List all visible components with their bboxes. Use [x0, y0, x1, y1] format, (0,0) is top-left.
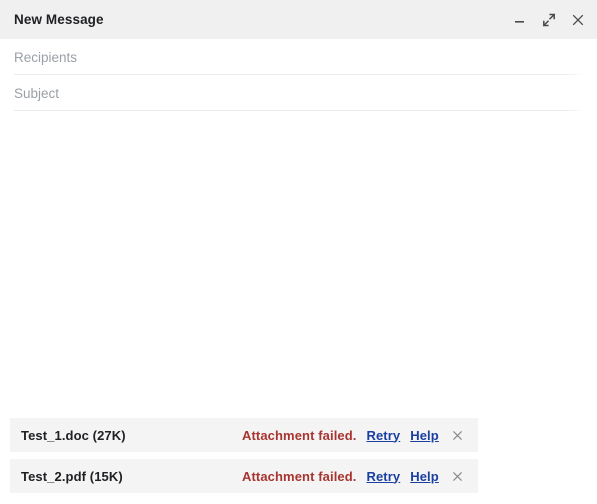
attachment-filename: Test_1.doc (27K): [21, 427, 126, 443]
window-controls: [510, 0, 587, 39]
minimize-icon: [513, 13, 526, 26]
attachment-retry-link[interactable]: Retry: [366, 469, 400, 484]
attachment-list: Test_1.doc (27K) Attachment failed. Retr…: [0, 418, 597, 504]
attachment-row[interactable]: Test_2.pdf (15K) Attachment failed. Retr…: [10, 459, 478, 493]
recipients-row[interactable]: [0, 39, 597, 75]
attachment-remove-button[interactable]: [451, 428, 465, 442]
compose-header[interactable]: New Message: [0, 0, 597, 39]
attachment-filename: Test_2.pdf (15K): [21, 468, 123, 484]
close-icon: [453, 471, 463, 481]
attachment-status-group: Attachment failed. Retry Help: [242, 428, 465, 443]
compose-window: New Message Recipients Subject Test_1.do…: [0, 0, 597, 504]
subject-row[interactable]: [0, 75, 597, 111]
close-icon: [571, 13, 585, 27]
subject-input[interactable]: [14, 85, 597, 101]
attachment-status-group: Attachment failed. Retry Help: [242, 469, 465, 484]
close-icon: [453, 430, 463, 440]
message-body-input[interactable]: [14, 121, 583, 418]
message-body-area[interactable]: [0, 111, 597, 418]
attachment-retry-link[interactable]: Retry: [366, 428, 400, 443]
expand-icon: [542, 12, 556, 27]
attachment-help-link[interactable]: Help: [410, 428, 439, 443]
minimize-button[interactable]: [510, 10, 529, 29]
close-button[interactable]: [568, 10, 587, 29]
recipients-input[interactable]: [14, 49, 597, 65]
attachment-row[interactable]: Test_1.doc (27K) Attachment failed. Retr…: [10, 418, 478, 452]
attachment-error-text: Attachment failed.: [242, 468, 357, 484]
popout-button[interactable]: [539, 10, 558, 29]
attachment-help-link[interactable]: Help: [410, 469, 439, 484]
page-title: New Message: [14, 11, 104, 27]
attachment-remove-button[interactable]: [451, 469, 465, 483]
attachment-error-text: Attachment failed.: [242, 427, 357, 443]
